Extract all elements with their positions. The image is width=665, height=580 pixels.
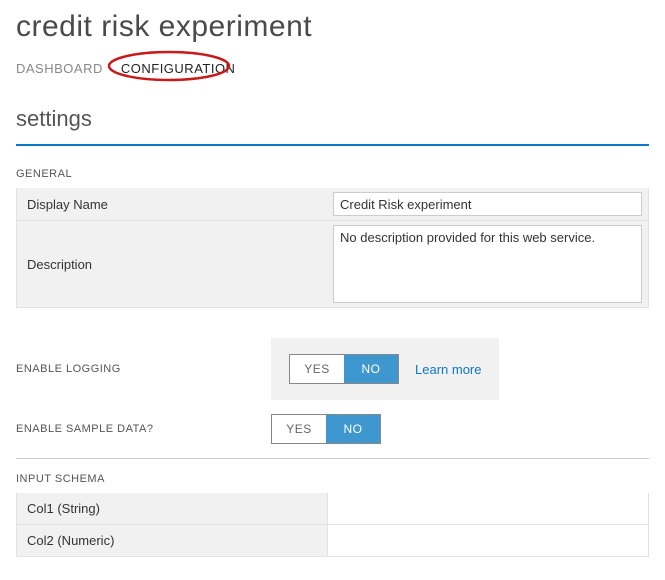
- description-field[interactable]: [333, 225, 642, 303]
- learn-more-link[interactable]: Learn more: [415, 362, 481, 377]
- row-display-name: Display Name: [16, 188, 649, 221]
- sample-data-yes-button[interactable]: YES: [272, 415, 326, 443]
- divider-grey: [16, 458, 649, 459]
- schema-col-label: Col2 (Numeric): [17, 525, 327, 556]
- group-general: GENERAL Display Name Description: [16, 168, 649, 308]
- display-name-field[interactable]: [333, 192, 642, 216]
- label-enable-sample-data: ENABLE SAMPLE DATA?: [16, 423, 271, 435]
- schema-col-label: Col1 (String): [17, 493, 327, 524]
- schema-col-value: [327, 493, 648, 524]
- divider-blue: [16, 144, 649, 146]
- schema-row: Col1 (String): [16, 493, 649, 525]
- logging-toggle: YES NO: [289, 354, 399, 384]
- label-enable-logging: ENABLE LOGGING: [16, 363, 271, 375]
- label-description: Description: [17, 221, 327, 307]
- row-description: Description: [16, 221, 649, 308]
- logging-no-button[interactable]: NO: [344, 355, 398, 383]
- section-title-settings: settings: [16, 106, 649, 132]
- row-enable-logging: ENABLE LOGGING YES NO Learn more: [16, 338, 649, 400]
- group-label-general: GENERAL: [16, 168, 649, 180]
- schema-row: Col2 (Numeric): [16, 525, 649, 557]
- sample-data-no-button[interactable]: NO: [326, 415, 380, 443]
- label-display-name: Display Name: [17, 188, 327, 220]
- row-enable-sample-data: ENABLE SAMPLE DATA? YES NO: [16, 414, 649, 444]
- logging-yes-button[interactable]: YES: [290, 355, 344, 383]
- sample-data-toggle: YES NO: [271, 414, 381, 444]
- tabs: DASHBOARD CONFIGURATION: [16, 61, 649, 76]
- schema-col-value: [327, 525, 648, 556]
- tab-configuration[interactable]: CONFIGURATION: [121, 61, 236, 76]
- group-label-input-schema: INPUT SCHEMA: [16, 473, 649, 485]
- page-title: credit risk experiment: [16, 10, 649, 43]
- tab-dashboard[interactable]: DASHBOARD: [16, 61, 103, 76]
